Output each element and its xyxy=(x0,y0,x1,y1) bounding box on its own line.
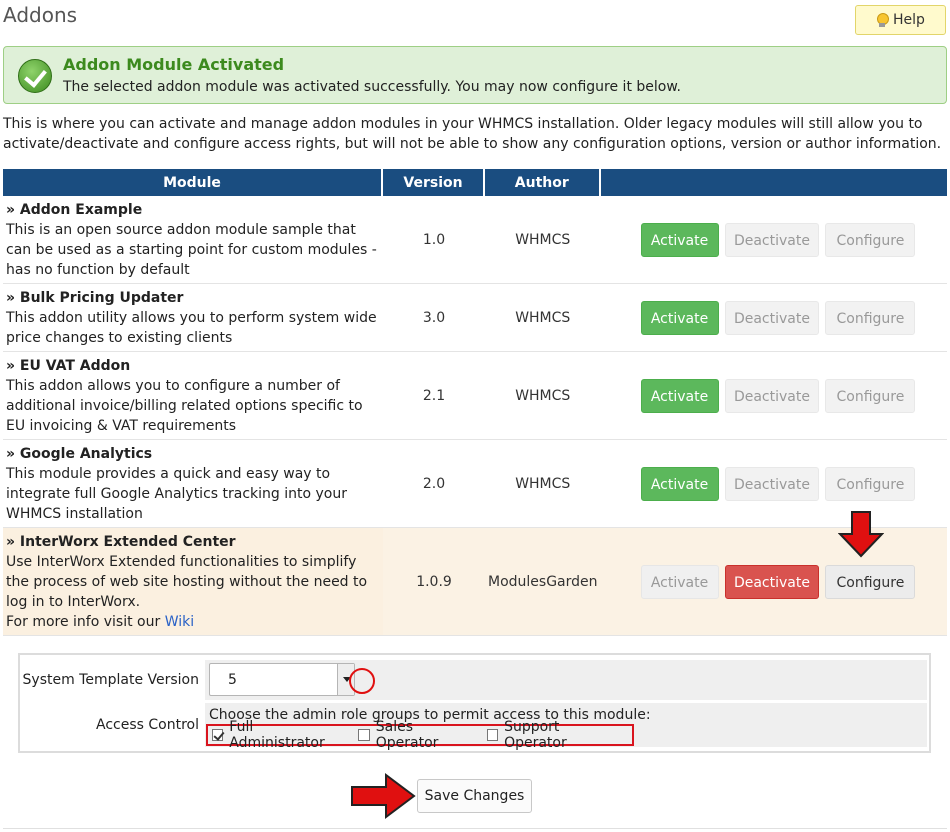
module-cell: » Google Analytics This module provides … xyxy=(3,440,383,528)
checkbox-icon[interactable] xyxy=(486,729,499,741)
role-label: Full Administrator xyxy=(229,719,325,751)
module-description: This is an open source addon module samp… xyxy=(6,221,377,278)
save-changes-button[interactable]: Save Changes xyxy=(417,779,532,813)
module-actions: Activate Deactivate Configure xyxy=(600,440,947,528)
addon-modules-table: Module Version Author » Addon Example Th… xyxy=(3,169,947,636)
red-arrow-down-icon xyxy=(838,511,884,558)
column-header-module: Module xyxy=(3,169,383,196)
table-row: » EU VAT Addon This addon allows you to … xyxy=(3,352,947,440)
more-info-text: For more info visit our xyxy=(6,613,161,630)
column-header-actions xyxy=(600,169,947,196)
module-version: 1.0.9 xyxy=(383,528,485,636)
module-more-info: For more info visit our Wiki xyxy=(6,612,380,632)
checkbox-checked-icon[interactable] xyxy=(212,729,224,741)
module-config-panel: System Template Version 5 Access Control… xyxy=(18,653,931,753)
role-full-administrator[interactable]: Full Administrator xyxy=(212,719,344,751)
activate-button[interactable]: Activate xyxy=(640,378,719,413)
page-title: Addons xyxy=(3,3,78,27)
module-actions: Activate Deactivate Configure xyxy=(600,196,947,284)
deactivate-button[interactable]: Deactivate xyxy=(724,564,819,599)
table-row: » InterWorx Extended Center Use InterWor… xyxy=(3,528,947,636)
intro-text: This is where you can activate and manag… xyxy=(3,116,942,152)
column-header-version: Version xyxy=(383,169,485,196)
module-actions: Activate Deactivate Configure xyxy=(600,528,947,636)
module-author: WHMCS xyxy=(485,440,601,528)
configure-button: Configure xyxy=(825,300,916,335)
configure-button: Configure xyxy=(825,466,916,501)
role-label: Support Operator xyxy=(504,719,567,751)
template-version-value: 5 xyxy=(228,672,237,688)
module-author: WHMCS xyxy=(485,352,601,440)
access-control-row: Access Control Choose the admin role gro… xyxy=(22,703,927,751)
module-author: WHMCS xyxy=(485,196,601,284)
module-actions: Activate Deactivate Configure xyxy=(600,284,947,352)
module-actions: Activate Deactivate Configure xyxy=(600,352,947,440)
activate-button[interactable]: Activate xyxy=(640,466,719,501)
role-sales-operator[interactable]: Sales Operator xyxy=(358,719,472,751)
role-label: Sales Operator xyxy=(375,719,439,751)
module-cell: » Bulk Pricing Updater This addon utilit… xyxy=(3,284,383,352)
module-cell: » Addon Example This is an open source a… xyxy=(3,196,383,284)
deactivate-button: Deactivate xyxy=(724,466,819,501)
activate-button: Activate xyxy=(640,564,719,599)
alert-title: Addon Module Activated xyxy=(63,55,285,74)
module-cell: » EU VAT Addon This addon allows you to … xyxy=(3,352,383,440)
module-version: 2.0 xyxy=(383,440,485,528)
access-control-label: Access Control xyxy=(22,703,205,747)
template-version-row: System Template Version 5 xyxy=(22,660,927,700)
module-name: » InterWorx Extended Center xyxy=(6,533,236,550)
success-alert: Addon Module Activated The selected addo… xyxy=(3,46,947,104)
template-version-select[interactable]: 5 xyxy=(209,663,355,696)
checkbox-icon[interactable] xyxy=(358,729,370,741)
module-version: 2.1 xyxy=(383,352,485,440)
wiki-link[interactable]: Wiki xyxy=(165,614,194,630)
configure-button: Configure xyxy=(825,378,916,413)
module-cell: » InterWorx Extended Center Use InterWor… xyxy=(3,528,383,636)
configure-button[interactable]: Configure xyxy=(825,564,916,599)
table-header-row: Module Version Author xyxy=(3,169,947,196)
column-header-author: Author xyxy=(485,169,601,196)
divider xyxy=(3,828,947,829)
table-row: » Bulk Pricing Updater This addon utilit… xyxy=(3,284,947,352)
module-version: 3.0 xyxy=(383,284,485,352)
module-name: » Addon Example xyxy=(6,201,143,218)
module-description: Use InterWorx Extended functionalities t… xyxy=(6,553,368,610)
lightbulb-icon xyxy=(876,13,890,27)
deactivate-button: Deactivate xyxy=(724,222,819,257)
role-options: Full Administrator Sales Operator Suppor… xyxy=(206,719,634,751)
activate-button[interactable]: Activate xyxy=(640,222,719,257)
module-name: » Google Analytics xyxy=(6,445,153,462)
help-button[interactable]: Help xyxy=(855,5,946,35)
configure-button: Configure xyxy=(825,222,916,257)
module-description: This addon allows you to configure a num… xyxy=(6,377,363,434)
module-author: WHMCS xyxy=(485,284,601,352)
module-description: This module provides a quick and easy wa… xyxy=(6,465,347,522)
alert-message: The selected addon module was activated … xyxy=(63,79,681,95)
module-name: » Bulk Pricing Updater xyxy=(6,289,184,306)
red-circle-annotation-icon xyxy=(349,668,375,694)
table-row: » Addon Example This is an open source a… xyxy=(3,196,947,284)
deactivate-button: Deactivate xyxy=(724,378,819,413)
deactivate-button: Deactivate xyxy=(724,300,819,335)
checkmark-icon xyxy=(18,59,52,93)
module-version: 1.0 xyxy=(383,196,485,284)
activate-button[interactable]: Activate xyxy=(640,300,719,335)
red-arrow-right-icon xyxy=(351,773,416,819)
module-name: » EU VAT Addon xyxy=(6,357,131,374)
module-author: ModulesGarden xyxy=(485,528,601,636)
module-description: This addon utility allows you to perform… xyxy=(6,309,377,346)
template-version-label: System Template Version xyxy=(22,660,205,700)
role-support-operator[interactable]: Support Operator xyxy=(486,719,618,751)
help-label: Help xyxy=(893,12,925,28)
table-row: » Google Analytics This module provides … xyxy=(3,440,947,528)
